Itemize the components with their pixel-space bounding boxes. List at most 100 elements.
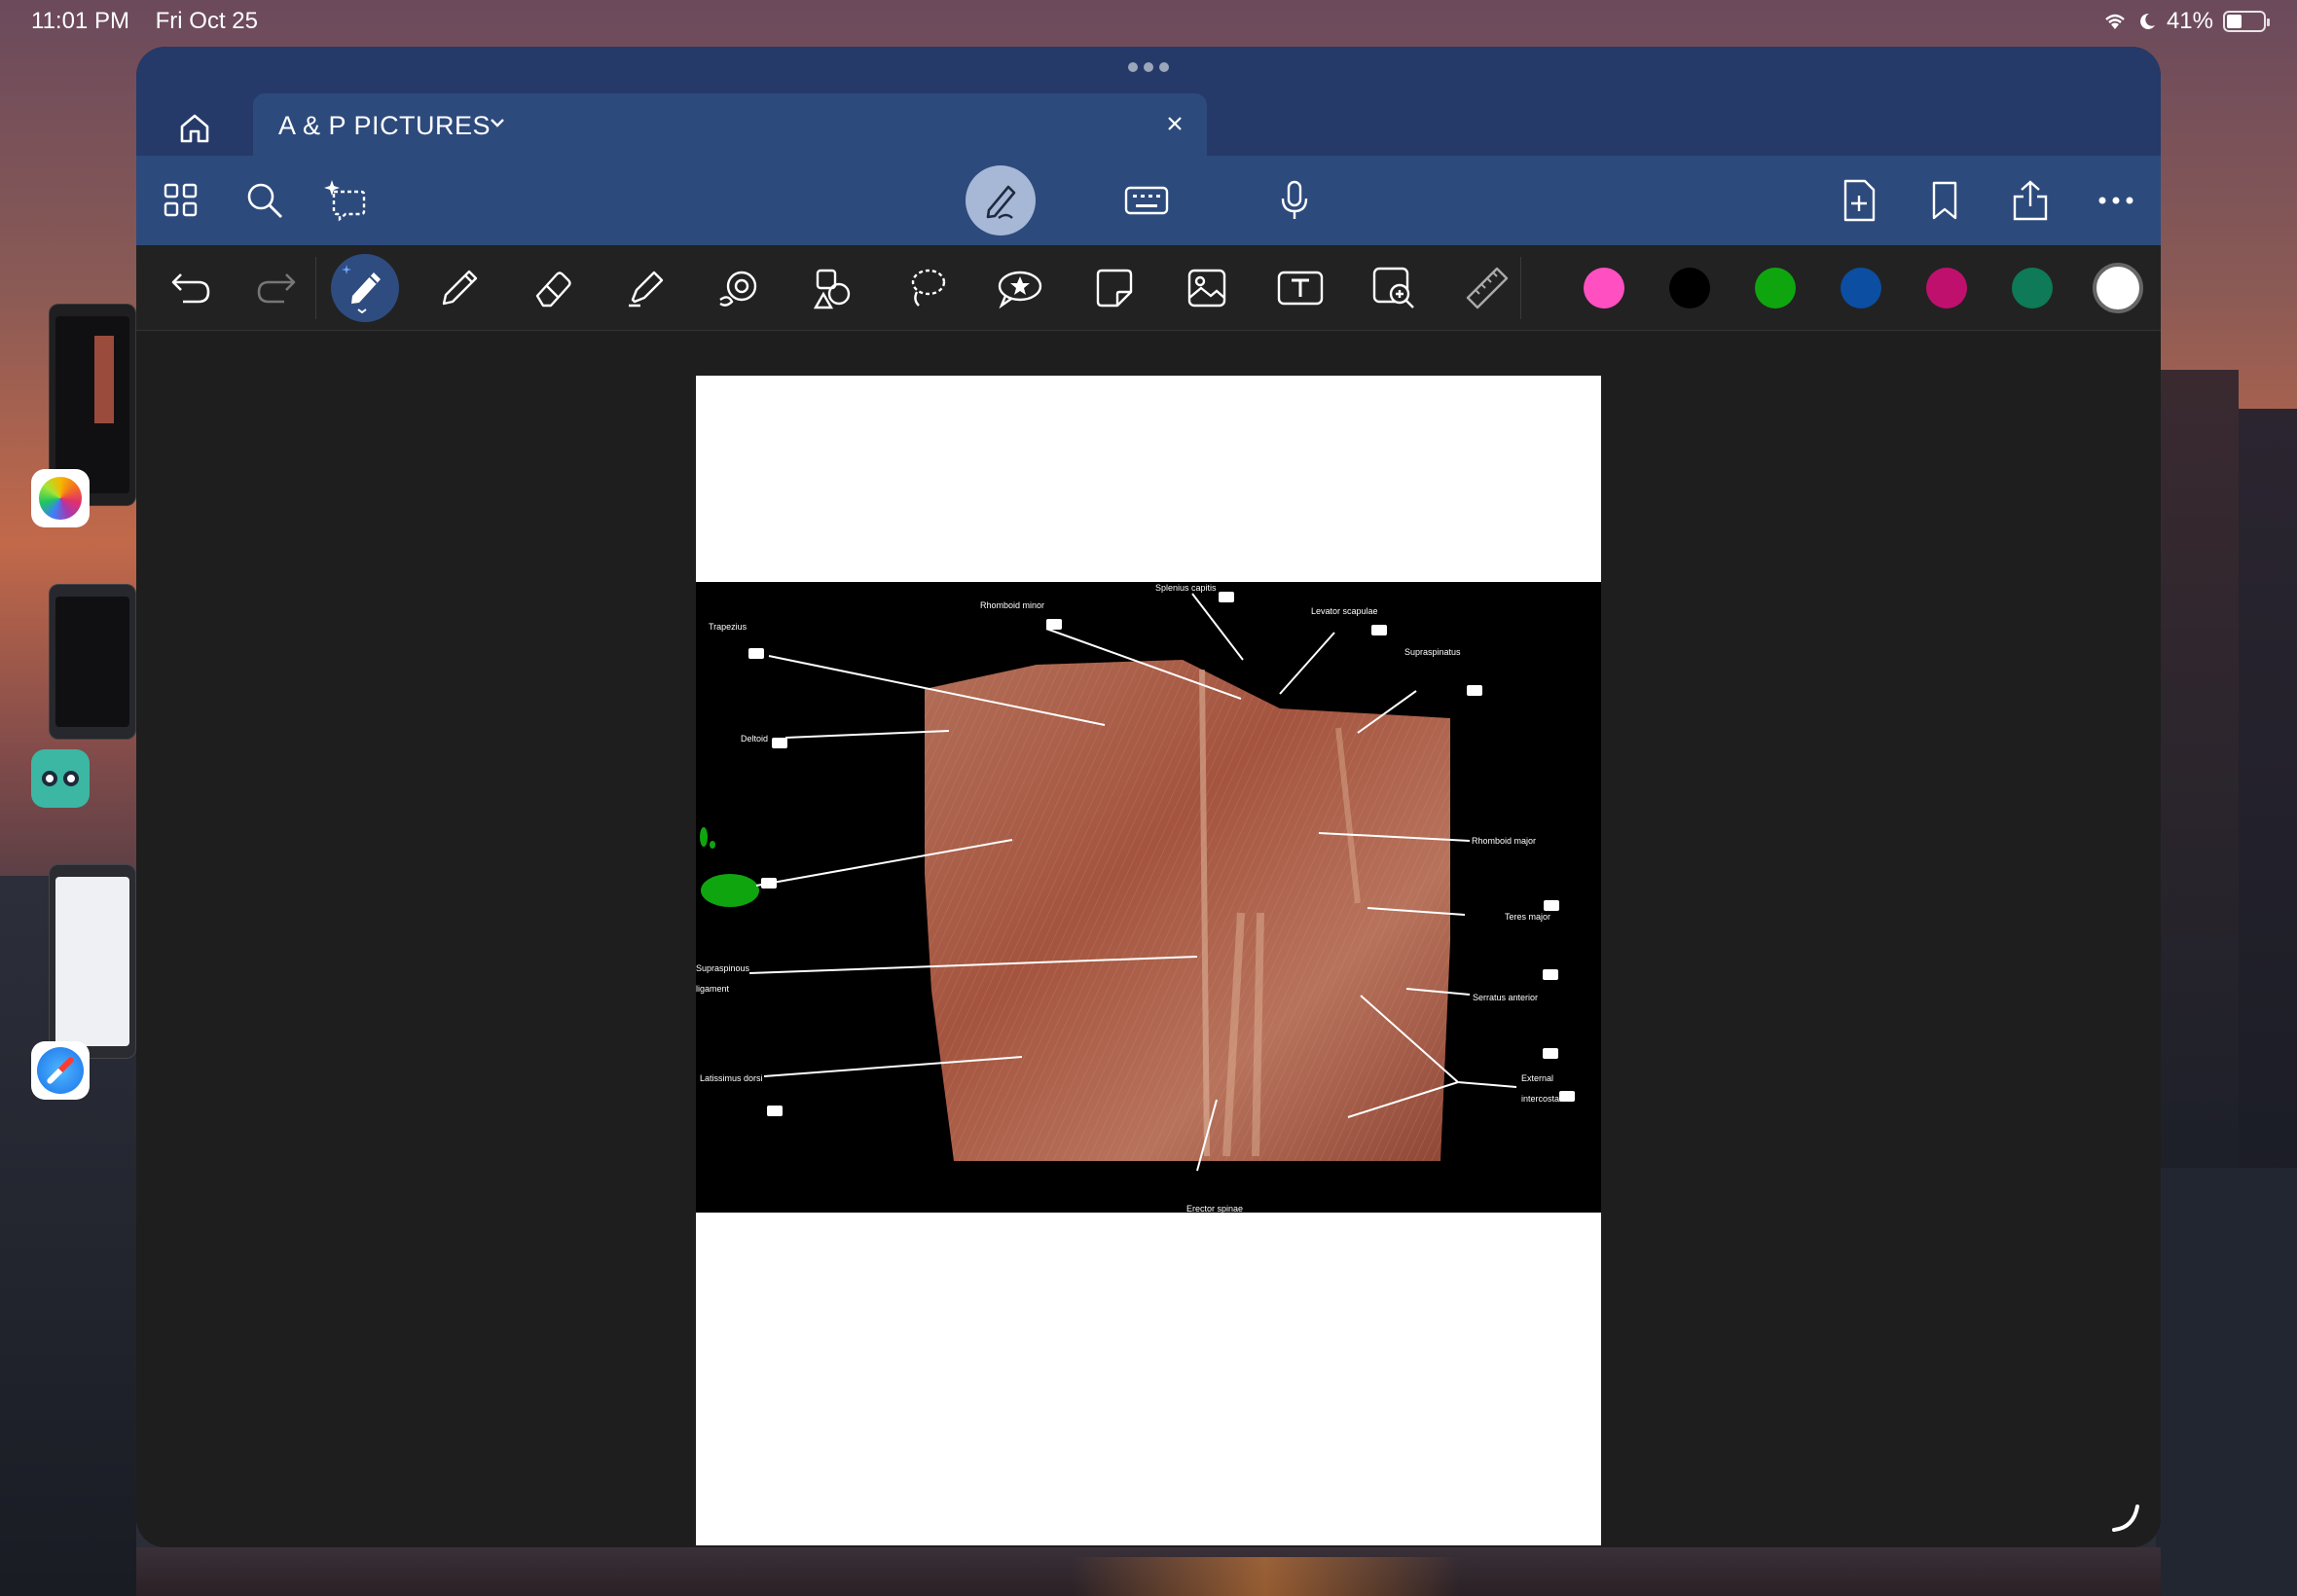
tools-toolbar <box>136 245 2161 331</box>
image-button[interactable] <box>1182 263 1232 313</box>
document-tab[interactable]: A & P PICTURES <box>253 93 1207 156</box>
battery-percent: 41% <box>2166 8 2213 34</box>
status-bar: 11:01 PM Fri Oct 25 41% <box>31 8 2270 37</box>
label-supraspinous: Supraspinous <box>696 963 750 973</box>
sticker-button[interactable] <box>995 263 1045 313</box>
status-date: Fri Oct 25 <box>155 8 258 34</box>
battery-icon <box>2223 11 2270 32</box>
color-swatch-pink[interactable] <box>1584 268 1624 308</box>
color-swatch-blue[interactable] <box>1841 268 1881 308</box>
more-icon <box>2098 197 2133 204</box>
ai-sparkle-lasso-icon <box>324 180 366 222</box>
eraser-button[interactable] <box>528 263 578 313</box>
add-page-button[interactable] <box>1836 177 1882 224</box>
highlighter-icon <box>629 271 664 308</box>
zoom-image-button[interactable] <box>1368 263 1419 313</box>
toolbar-separator <box>315 257 316 319</box>
notebook-page[interactable]: Splenius capitis Rhomboid minor Levator … <box>696 376 1601 1545</box>
background-building <box>2156 1168 2297 1596</box>
keyboard-button[interactable] <box>1123 177 1170 224</box>
text-box-icon <box>1277 271 1324 306</box>
eraser-icon <box>535 272 571 308</box>
anatomy-image[interactable]: Splenius capitis Rhomboid minor Levator … <box>696 582 1601 1214</box>
color-swatch-black[interactable] <box>1669 268 1710 308</box>
label-ligament: ligament <box>696 984 730 994</box>
undo-button[interactable] <box>165 263 216 313</box>
window-grabber[interactable] <box>1128 62 1169 72</box>
shapes-icon <box>813 269 851 309</box>
lasso-icon <box>911 269 946 307</box>
pencil-icon <box>442 270 478 306</box>
shapes-button[interactable] <box>808 263 858 313</box>
background-lights <box>1071 1557 1460 1596</box>
stage-manager-window-thumbnail[interactable] <box>49 584 136 740</box>
label-serratus-anterior: Serratus anterior <box>1473 993 1539 1002</box>
label-rhomboid-minor: Rhomboid minor <box>980 600 1045 610</box>
moon-icon <box>2140 13 2155 29</box>
label-erector-spinae: Erector spinae <box>1186 1204 1244 1214</box>
close-tab-icon[interactable] <box>1164 113 1185 134</box>
background-building <box>2156 370 2239 1168</box>
resize-handle-icon[interactable] <box>2108 1501 2141 1534</box>
document-tab-title: A & P PICTURES <box>278 111 492 140</box>
label-external: External <box>1521 1073 1554 1083</box>
main-toolbar <box>136 156 2161 245</box>
color-swatch-magenta[interactable] <box>1926 268 1967 308</box>
share-button[interactable] <box>2007 177 2054 224</box>
label-levator-scapulae: Levator scapulae <box>1311 606 1378 616</box>
notebook-canvas[interactable]: Splenius capitis Rhomboid minor Levator … <box>136 331 2161 1547</box>
background-building <box>2239 409 2297 1285</box>
safari-app-icon[interactable] <box>31 1041 90 1100</box>
label-trapezius: Trapezius <box>709 622 747 632</box>
ruler-icon <box>1466 267 1509 309</box>
photos-app-icon[interactable] <box>31 469 90 527</box>
keyboard-icon <box>1124 186 1169 215</box>
pen-tool-button[interactable] <box>340 263 390 313</box>
highlighter-button[interactable] <box>621 263 672 313</box>
label-splenius-capitis: Splenius capitis <box>1155 583 1217 593</box>
grid-view-button[interactable] <box>158 177 204 224</box>
back-muscles-photo <box>700 592 1575 1172</box>
redo-button[interactable] <box>251 263 302 313</box>
bookmark-button[interactable] <box>1921 177 1968 224</box>
more-button[interactable] <box>2093 177 2139 224</box>
search-icon <box>247 183 282 218</box>
color-swatch-white-selected[interactable] <box>2093 263 2143 313</box>
wifi-icon <box>2105 14 2125 29</box>
pen-mode-button[interactable] <box>966 165 1036 236</box>
pen-tool-icon <box>342 265 381 313</box>
home-icon <box>180 114 209 143</box>
lasso-button[interactable] <box>901 263 952 313</box>
bookmark-icon <box>1932 181 1957 220</box>
color-swatch-teal[interactable] <box>2012 268 2053 308</box>
ruler-button[interactable] <box>1462 263 1513 313</box>
text-box-button[interactable] <box>1275 263 1326 313</box>
color-swatch-green[interactable] <box>1755 268 1796 308</box>
label-latissimus-dorsi: Latissimus dorsi <box>700 1073 763 1083</box>
label-intercostals: intercostals <box>1521 1094 1566 1104</box>
search-button[interactable] <box>241 177 288 224</box>
toolbar-separator <box>1520 257 1521 319</box>
shape-tool-button[interactable] <box>714 263 765 313</box>
undo-icon <box>171 273 210 304</box>
grid-icon <box>164 183 198 217</box>
sticky-note-button[interactable] <box>1088 263 1139 313</box>
redo-icon <box>257 273 296 304</box>
home-button[interactable] <box>173 107 216 150</box>
pencil-button[interactable] <box>434 263 485 313</box>
app-icon-owl[interactable] <box>31 749 90 808</box>
sticky-note-icon <box>1096 269 1133 308</box>
chevron-down-icon[interactable] <box>487 111 508 134</box>
add-page-icon <box>1843 179 1876 222</box>
label-teres-major: Teres major <box>1505 912 1551 922</box>
sticker-icon <box>998 271 1042 309</box>
shape-icon <box>719 271 757 307</box>
image-icon <box>1187 269 1226 308</box>
microphone-button[interactable] <box>1271 177 1318 224</box>
ai-lasso-button[interactable] <box>323 177 370 224</box>
microphone-icon <box>1281 180 1308 219</box>
stage-manager-window-thumbnail[interactable] <box>49 864 136 1059</box>
zoom-image-icon <box>1372 267 1414 308</box>
title-bar: A & P PICTURES <box>136 47 2161 156</box>
label-rhomboid-major: Rhomboid major <box>1472 836 1537 846</box>
